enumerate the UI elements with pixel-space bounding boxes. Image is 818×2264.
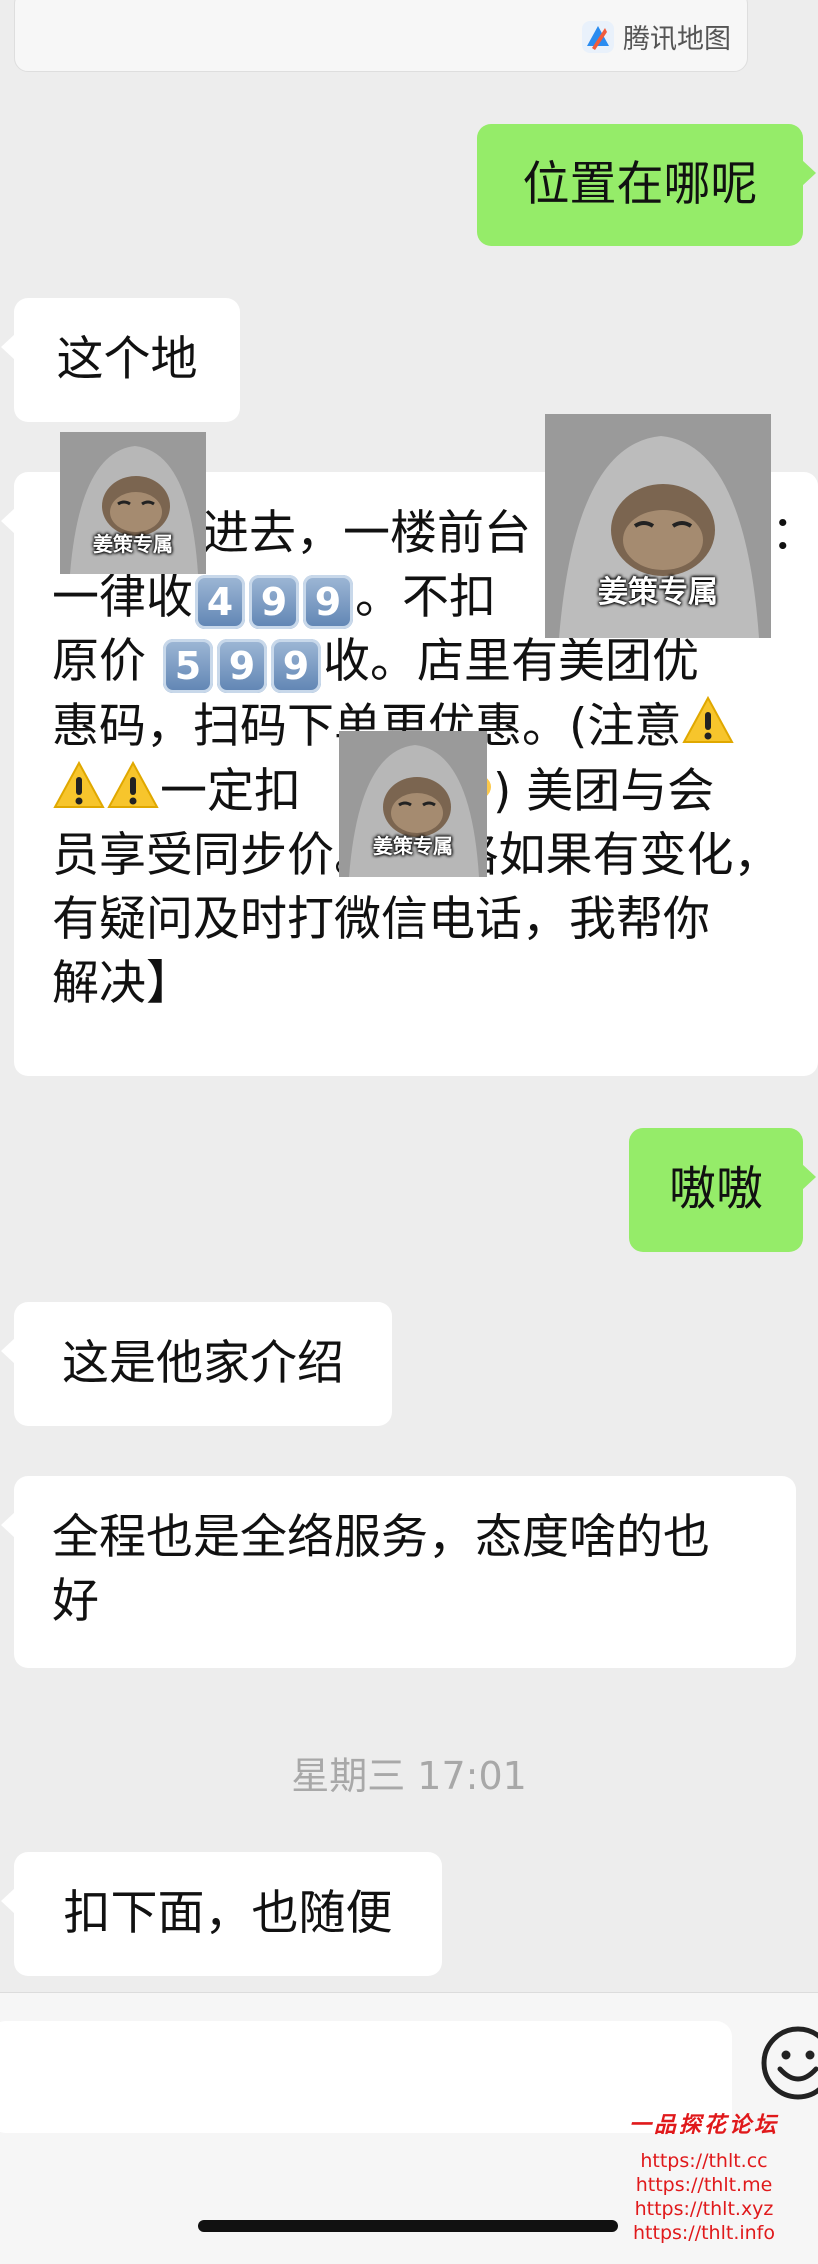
warning-icon [53, 760, 105, 808]
keycap-digit: 9 [270, 639, 321, 693]
message-text: 这是他家介绍 [62, 1336, 344, 1391]
keycap-digit: 9 [216, 639, 267, 693]
emoji-face-icon[interactable] [758, 2023, 818, 2103]
home-indicator [198, 2220, 618, 2232]
sticker-cat-blanket[interactable]: 姜策专属 [60, 432, 206, 574]
warning-icon [682, 695, 735, 743]
watermark-url: https://thlt.me [635, 2174, 773, 2196]
map-brand: 腾讯地图 [581, 17, 731, 56]
message-line: 好 [52, 1574, 99, 1629]
incoming-message[interactable]: 这是他家介绍 [1, 1302, 392, 1426]
incoming-message[interactable]: 扣下面，也随便 [1, 1852, 442, 1976]
watermark-title: 一品探花论坛 [628, 2112, 779, 2138]
message-line: 原价 5 9 9 收。店里有美团优 [52, 630, 818, 694]
outgoing-message[interactable]: 位置在哪呢 [477, 124, 816, 246]
watermark: 一品探花论坛 https://thlt.cc https://thlt.me h… [594, 2107, 814, 2245]
location-card[interactable]: 腾讯地图 [14, 0, 748, 72]
keycap-digit: 9 [303, 575, 353, 629]
watermark-url: https://thlt.cc [640, 2150, 768, 2172]
keycap-digit: 9 [249, 575, 299, 629]
watermark-url: https://thlt.info [633, 2222, 775, 2244]
keycap-digit: 4 [195, 575, 245, 629]
sticker-cat-blanket[interactable]: 姜策专属 [339, 731, 487, 877]
tencent-map-icon [582, 20, 614, 53]
warning-icon [107, 760, 159, 808]
message-text: 嗷嗷 [669, 1162, 763, 1217]
message-line: 全程也是全络服务，态度啥的也 [52, 1510, 710, 1565]
message-text: 这个地 [56, 332, 198, 387]
watermark-url: https://thlt.xyz [634, 2198, 774, 2220]
outgoing-message[interactable]: 嗷嗷 [629, 1128, 816, 1252]
keycap-digit: 5 [162, 639, 213, 693]
sticker-caption: 姜策专属 [93, 531, 173, 556]
timestamp: 星期三 17:01 [291, 1754, 527, 1798]
message-line: 有疑问及时打微信电话，我帮你 [52, 892, 710, 947]
map-brand-label: 腾讯地图 [623, 24, 731, 55]
sticker-caption: 姜策专属 [598, 575, 718, 611]
message-line: 解决】 [52, 956, 193, 1011]
sticker-cat-blanket[interactable]: 姜策专属 [545, 414, 771, 638]
sticker-caption: 姜策专属 [373, 834, 453, 859]
message-text: 位置在哪呢 [522, 157, 758, 212]
incoming-message[interactable]: 全程也是全络服务，态度啥的也 好 [1, 1476, 796, 1668]
message-text: 扣下面，也随便 [63, 1886, 393, 1941]
incoming-message[interactable]: 这个地 [1, 298, 240, 422]
